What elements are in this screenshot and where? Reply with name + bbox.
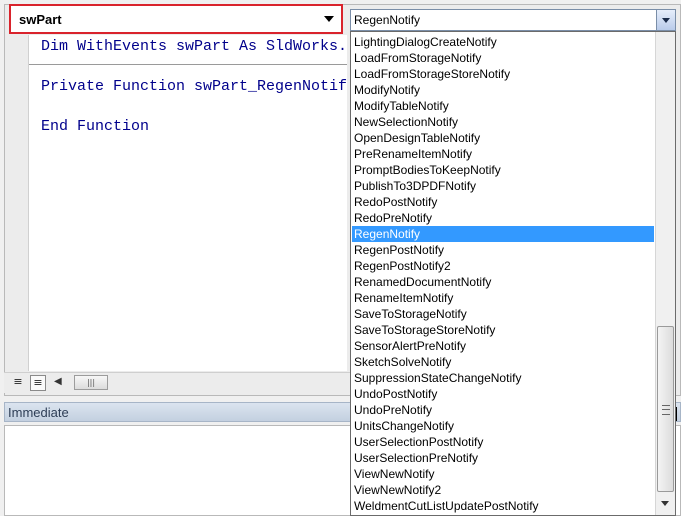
dropdown-item[interactable]: RegenPostNotify xyxy=(352,242,654,258)
chevron-down-icon[interactable] xyxy=(324,16,334,22)
dropdown-item[interactable]: RenamedDocumentNotify xyxy=(352,274,654,290)
dropdown-item[interactable]: PreRenameItemNotify xyxy=(352,146,654,162)
procedure-combobox-value: RegenNotify xyxy=(354,13,421,27)
procedure-combobox[interactable]: RegenNotify xyxy=(350,9,676,31)
code-line: Private Function swPart_RegenNotify() As… xyxy=(41,78,347,95)
dropdown-item[interactable]: ViewNewNotify xyxy=(352,466,654,482)
code-window-statusbar: ≡ ≡ ◀ ||| xyxy=(4,372,350,393)
grip-icon xyxy=(662,405,670,415)
scroll-left-icon[interactable]: ◀ xyxy=(54,376,62,387)
dropdown-item[interactable]: SuppressionStateChangeNotify xyxy=(352,370,654,386)
dropdown-item[interactable]: LoadFromStorageNotify xyxy=(352,50,654,66)
dropdown-item[interactable]: RedoPostNotify xyxy=(352,194,654,210)
procedure-view-icon[interactable]: ≡ xyxy=(10,375,26,391)
scrollbar-thumb[interactable] xyxy=(657,326,674,492)
dropdown-item[interactable]: NewSelectionNotify xyxy=(352,114,654,130)
dropdown-item[interactable]: WeldmentCutListUpdatePostNotify xyxy=(352,498,654,514)
dropdown-item[interactable]: UnitsChangeNotify xyxy=(352,418,654,434)
code-editor[interactable]: Dim WithEvents swPart As SldWorks.PartDo… xyxy=(28,35,347,371)
procedure-dropdown-list[interactable]: LightingDialogCreateNotify LoadFromStorag… xyxy=(350,31,676,516)
dropdown-item[interactable]: UserSelectionPreNotify xyxy=(352,450,654,466)
dropdown-item[interactable]: RedoPreNotify xyxy=(352,210,654,226)
dropdown-item[interactable]: PromptBodiesToKeepNotify xyxy=(352,162,654,178)
dropdown-item[interactable]: SaveToStorageNotify xyxy=(352,306,654,322)
dropdown-item[interactable]: ModifyTableNotify xyxy=(352,98,654,114)
object-combobox[interactable]: swPart xyxy=(9,4,343,34)
dropdown-item[interactable]: RenameItemNotify xyxy=(352,290,654,306)
dropdown-item[interactable]: SketchSolveNotify xyxy=(352,354,654,370)
procedure-separator xyxy=(29,64,347,65)
vertical-scrollbar[interactable] xyxy=(655,32,675,515)
immediate-window-title: Immediate xyxy=(8,405,69,420)
dropdown-item[interactable]: PublishTo3DPDFNotify xyxy=(352,178,654,194)
dropdown-item[interactable]: ViewNewNotify2 xyxy=(352,482,654,498)
dropdown-item[interactable]: RegenPostNotify2 xyxy=(352,258,654,274)
dropdown-item[interactable]: SaveToStorageStoreNotify xyxy=(352,322,654,338)
dropdown-item[interactable]: LoadFromStorageStoreNotify xyxy=(352,66,654,82)
horizontal-scrollbar-thumb[interactable]: ||| xyxy=(74,375,108,390)
dropdown-item[interactable]: OpenDesignTableNotify xyxy=(352,130,654,146)
dropdown-item[interactable]: SensorAlertPreNotify xyxy=(352,338,654,354)
object-combobox-value: swPart xyxy=(19,12,62,27)
dropdown-item[interactable]: UserSelectionPostNotify xyxy=(352,434,654,450)
dropdown-arrow-button[interactable] xyxy=(656,10,675,30)
dropdown-item[interactable]: ModifyNotify xyxy=(352,82,654,98)
code-line: End Function xyxy=(41,118,150,135)
code-line: Dim WithEvents swPart As SldWorks.PartDo… xyxy=(41,38,347,55)
dropdown-item[interactable]: LightingDialogCreateNotify xyxy=(352,34,654,50)
dropdown-item[interactable]: UndoPreNotify xyxy=(352,402,654,418)
dropdown-item[interactable]: UndoPostNotify xyxy=(352,386,654,402)
dropdown-item[interactable]: RegenNotify xyxy=(352,226,654,242)
full-module-view-icon[interactable]: ≡ xyxy=(30,375,46,391)
scroll-down-icon[interactable] xyxy=(661,501,669,506)
